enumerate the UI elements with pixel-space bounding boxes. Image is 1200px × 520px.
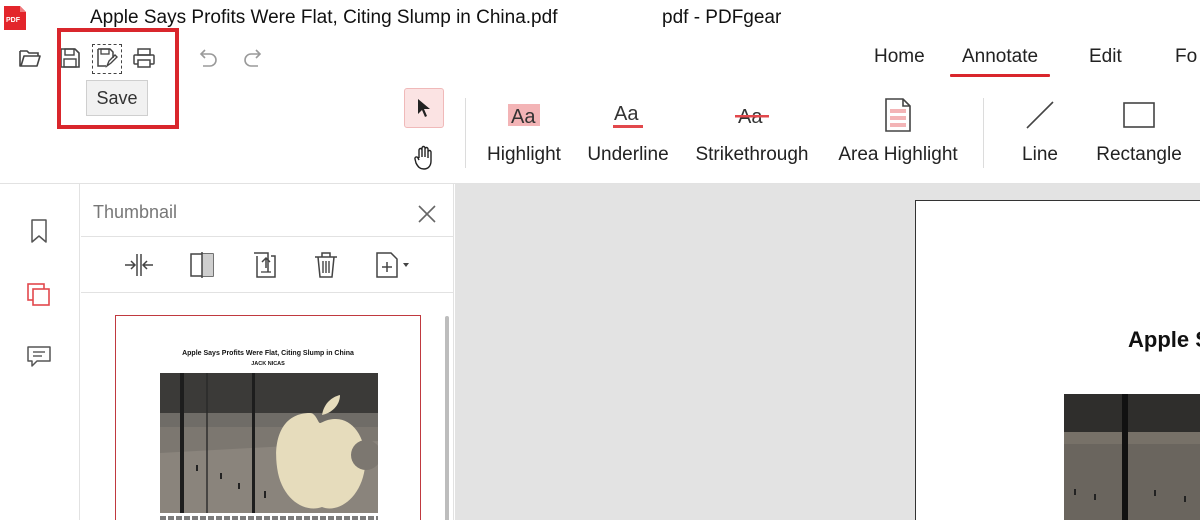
svg-text:Aa: Aa — [511, 106, 536, 128]
highlight-tool[interactable]: Aa Highlight — [482, 92, 566, 176]
undo-icon — [199, 49, 217, 67]
document-title: Apple Says Profits Were Flat, Citing Slu… — [90, 7, 558, 28]
select-tool-button[interactable] — [404, 88, 444, 128]
svg-text:PDF: PDF — [6, 17, 21, 24]
open-file-button[interactable] — [14, 42, 46, 74]
document-heading: Apple S — [1128, 327, 1200, 352]
highlight-label: Highlight — [487, 144, 561, 165]
strikethrough-label: Strikethrough — [695, 144, 809, 165]
thumbnails-button[interactable] — [24, 280, 54, 310]
panel-divider — [81, 236, 454, 237]
ribbon-separator — [465, 98, 466, 168]
app-title: pdf - PDFgear — [662, 7, 782, 28]
annotation-highlight-box — [57, 28, 179, 129]
left-nav-rail — [0, 184, 80, 520]
bookmark-icon — [31, 219, 47, 243]
thumbnail-scrollbar[interactable] — [445, 316, 449, 520]
bookmarks-button[interactable] — [24, 216, 54, 246]
line-icon — [1024, 92, 1056, 138]
document-photo — [1064, 394, 1200, 520]
line-label: Line — [1022, 144, 1058, 165]
delete-page-icon — [315, 252, 337, 278]
delete-page-button[interactable] — [309, 248, 343, 282]
underline-tool[interactable]: Aa Underline — [584, 92, 672, 176]
strikethrough-tool[interactable]: Aa Strikethrough — [689, 92, 815, 176]
select-cursor-icon — [418, 99, 430, 117]
svg-text:Aa: Aa — [614, 103, 639, 125]
redo-button[interactable] — [238, 42, 270, 74]
comments-button[interactable] — [24, 342, 54, 372]
insert-page-button[interactable] — [372, 248, 414, 282]
merge-pages-button[interactable] — [122, 248, 156, 282]
close-icon — [418, 205, 436, 223]
rectangle-icon — [1122, 92, 1156, 138]
extract-page-icon — [254, 252, 276, 278]
merge-pages-icon — [125, 254, 153, 276]
thumbnail-page-author: JACK NICAS — [251, 361, 285, 367]
thumbnail-panel-title: Thumbnail — [93, 202, 178, 222]
rectangle-label: Rectangle — [1096, 144, 1182, 165]
redo-icon — [244, 49, 262, 67]
rectangle-tool[interactable]: Rectangle — [1093, 92, 1185, 176]
area-highlight-label: Area Highlight — [838, 144, 958, 165]
folder-open-icon — [19, 50, 41, 67]
area-highlight-tool[interactable]: Area Highlight — [831, 92, 965, 176]
thumbnail-page-title: Apple Says Profits Were Flat, Citing Slu… — [182, 350, 354, 357]
document-page: Apple S — [915, 200, 1200, 520]
underline-label: Underline — [587, 144, 669, 165]
thumbnail-caption-lines — [160, 516, 378, 520]
title-bar: PDF Apple Says Profits Were Flat, Citing… — [0, 0, 1200, 36]
undo-button[interactable] — [191, 42, 223, 74]
hand-tool-button[interactable] — [404, 138, 444, 178]
comment-icon — [27, 346, 51, 367]
pages-icon — [27, 283, 50, 306]
highlight-icon: Aa — [506, 92, 542, 138]
hand-pan-icon — [414, 145, 432, 170]
underline-icon: Aa — [610, 92, 646, 138]
extract-page-button[interactable] — [248, 248, 282, 282]
tab-home[interactable]: Home — [874, 46, 925, 68]
split-page-icon — [190, 252, 214, 278]
line-tool[interactable]: Line — [1014, 92, 1066, 176]
area-highlight-icon — [882, 92, 914, 138]
tab-annotate[interactable]: Annotate — [949, 46, 1051, 77]
document-viewer[interactable]: Apple S — [455, 184, 1200, 520]
thumbnail-panel: Thumbnail Apple Says Profits Were Flat, … — [81, 184, 454, 520]
thumbnail-page-photo — [160, 373, 378, 513]
panel-divider — [81, 292, 454, 293]
close-thumbnail-button[interactable] — [415, 202, 439, 226]
tab-form[interactable]: Fo — [1175, 46, 1197, 68]
tab-edit[interactable]: Edit — [1089, 46, 1122, 68]
insert-page-icon — [376, 252, 409, 278]
strikethrough-icon: Aa — [734, 92, 770, 138]
page-thumbnail[interactable]: Apple Says Profits Were Flat, Citing Slu… — [115, 315, 421, 520]
ribbon-separator — [983, 98, 984, 168]
split-page-button[interactable] — [185, 248, 219, 282]
pdfgear-logo-icon: PDF — [2, 4, 28, 32]
